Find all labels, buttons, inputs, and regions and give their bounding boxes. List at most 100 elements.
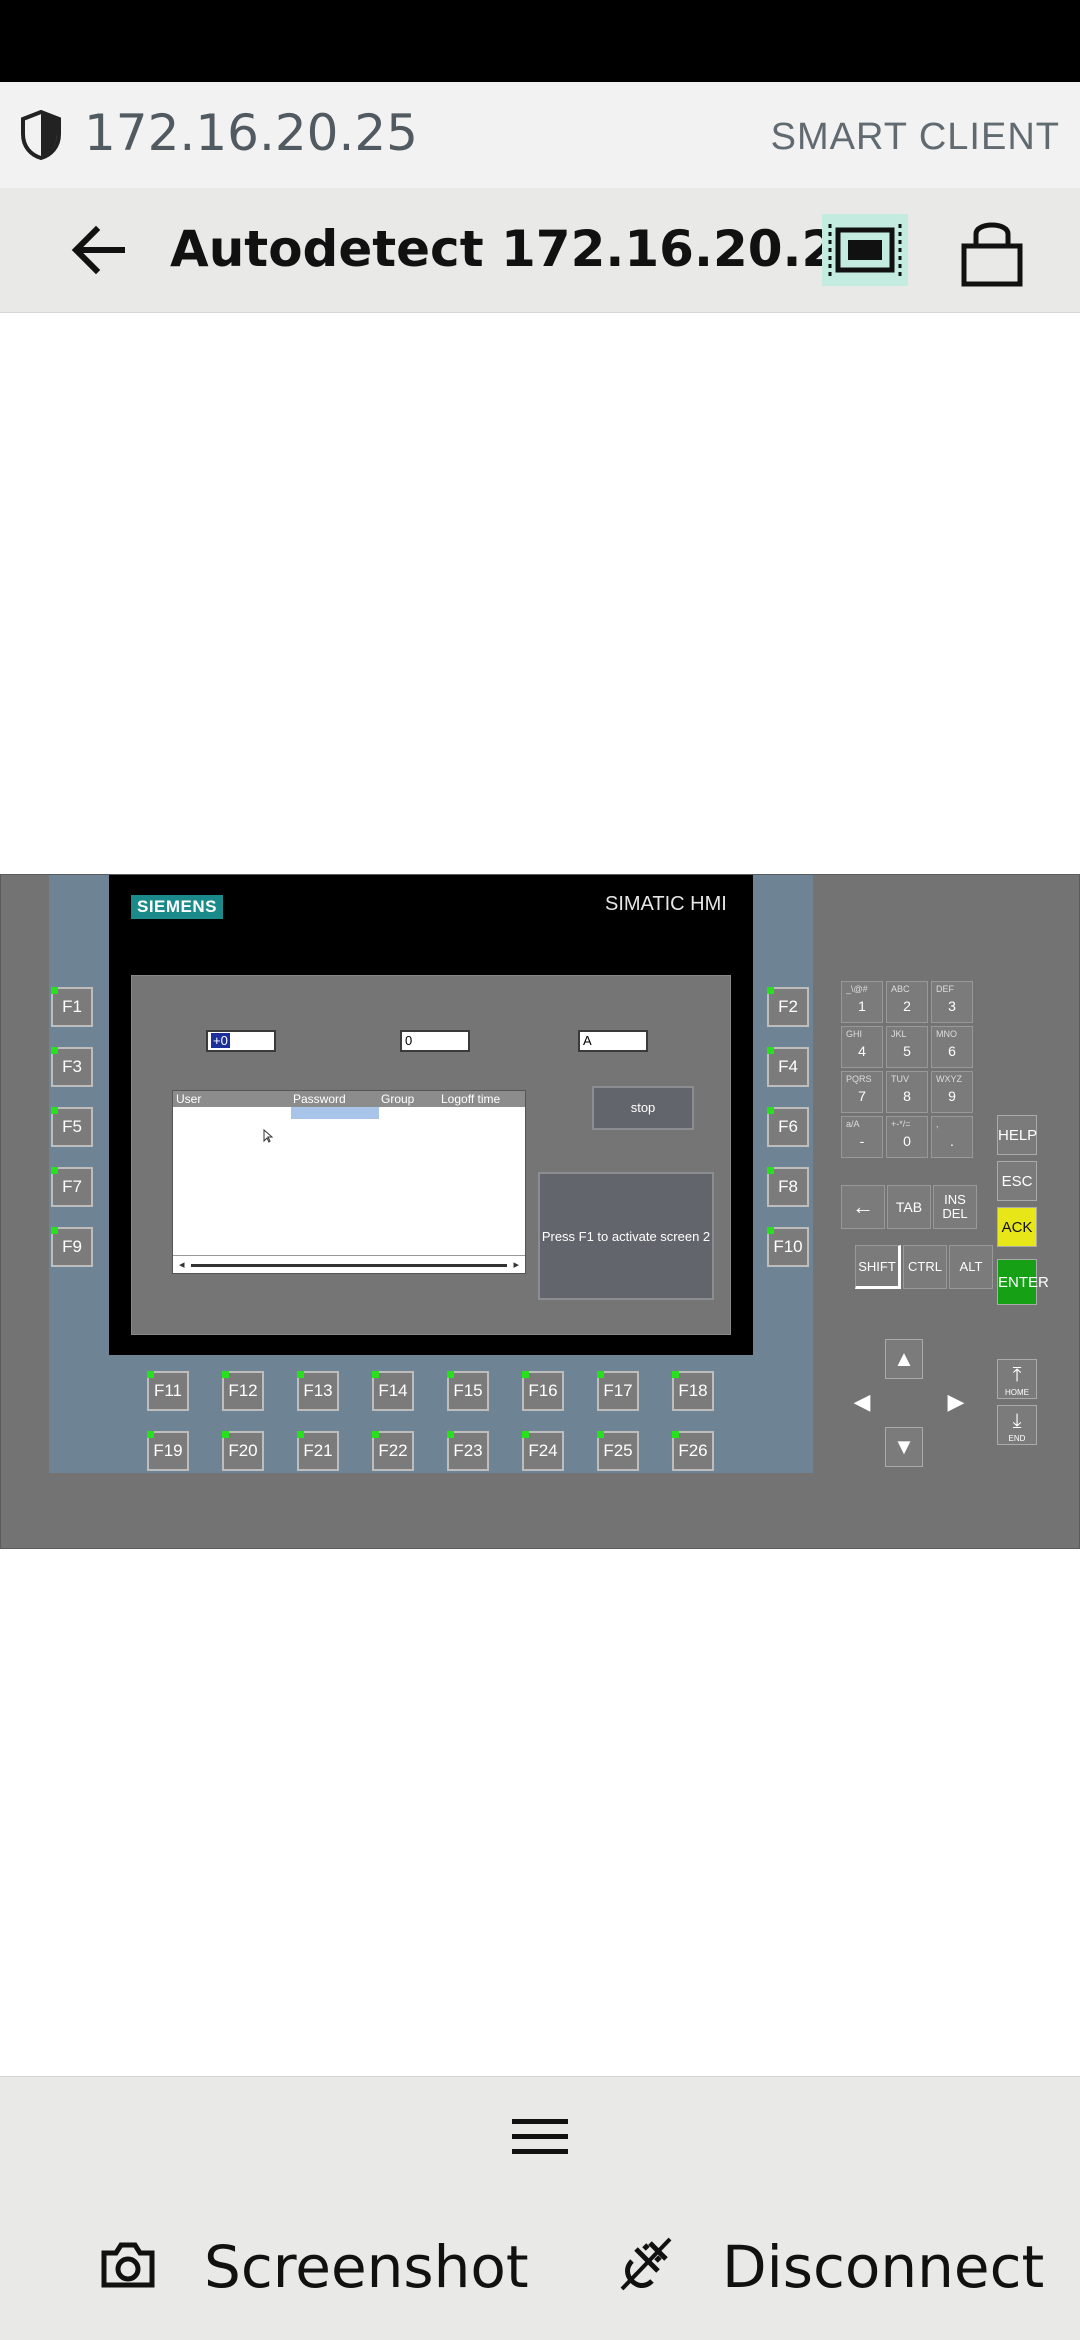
ctrl-key[interactable]: CTRL [903,1245,947,1289]
fkey-f9[interactable]: F9 [51,1227,93,1267]
fkey-f18[interactable]: F18 [672,1371,714,1411]
hmi-panel: SIEMENS SIMATIC HMI +0 0 A User Password… [0,874,1080,1549]
col-password: Password [293,1092,346,1106]
numpad-key-1[interactable]: _\@# 1 [841,981,883,1023]
col-logoff-time: Logoff time [441,1092,501,1106]
alt-key[interactable]: ALT [949,1245,993,1289]
field-3[interactable]: A [578,1030,648,1052]
fkey-f13[interactable]: F13 [297,1371,339,1411]
led-indicator [222,1371,229,1378]
back-arrow-icon[interactable] [70,224,126,276]
fkey-f12[interactable]: F12 [222,1371,264,1411]
fkey-f1[interactable]: F1 [51,987,93,1027]
numpad-key-dot[interactable]: ,. [931,1116,973,1158]
fkey-f5[interactable]: F5 [51,1107,93,1147]
menu-icon[interactable] [512,2115,568,2159]
led-indicator [597,1371,604,1378]
col-group: Group [381,1092,415,1106]
end-key[interactable]: ⤓ END [997,1405,1037,1445]
ack-key[interactable]: ACK [997,1207,1037,1247]
scroll-track[interactable] [191,1264,507,1267]
arrow-left-key[interactable]: ◀ [843,1383,881,1423]
numpad-key-4[interactable]: GHI 4 [841,1026,883,1068]
numpad-key-2[interactable]: ABC 2 [886,981,928,1023]
fkey-f8[interactable]: F8 [767,1167,809,1207]
disconnect-plug-icon[interactable] [618,2235,674,2293]
led-indicator [597,1431,604,1438]
field-2[interactable]: 0 [400,1030,470,1052]
client-label: SMART CLIENT [770,116,1060,158]
led-indicator [297,1431,304,1438]
simatic-hmi-title: SIMATIC HMI [605,893,727,915]
fkey-f16[interactable]: F16 [522,1371,564,1411]
fkey-f11[interactable]: F11 [147,1371,189,1411]
fkey-f21[interactable]: F21 [297,1431,339,1471]
numpad-key-3[interactable]: DEF 3 [931,981,973,1023]
led-indicator [522,1431,529,1438]
fit-screen-button[interactable] [822,214,908,286]
led-indicator [297,1371,304,1378]
screenshot-button[interactable]: Screenshot [204,2233,529,2301]
numpad-key-minus[interactable]: a/A - [841,1116,883,1158]
scroll-right-icon[interactable]: ▸ [513,1258,519,1271]
enter-key[interactable]: ENTER [997,1259,1049,1305]
fkey-f20[interactable]: F20 [222,1431,264,1471]
lock-icon[interactable] [958,212,1026,288]
arrow-right-key[interactable]: ▶ [937,1383,975,1423]
numpad-key-0[interactable]: +-*/= 0 [886,1116,928,1158]
led-indicator [767,987,774,994]
home-key[interactable]: ⤒ HOME [997,1359,1037,1399]
numpad-key-8[interactable]: TUV 8 [886,1071,928,1113]
arrow-down-key[interactable]: ▼ [885,1427,923,1467]
fkey-f22[interactable]: F22 [372,1431,414,1471]
led-indicator [51,1047,58,1054]
numpad-key-6[interactable]: MNO 6 [931,1026,973,1068]
selected-cell[interactable] [291,1107,379,1119]
ins-del-key[interactable]: INS DEL [933,1185,977,1229]
scroll-left-icon[interactable]: ◂ [179,1258,185,1271]
disconnect-button[interactable]: Disconnect [722,2233,1044,2301]
backspace-key[interactable]: ← [841,1185,885,1229]
activate-screen2-button[interactable]: Press F1 to activate screen 2 [538,1172,714,1300]
led-indicator [147,1431,154,1438]
fkey-f23[interactable]: F23 [447,1431,489,1471]
fkey-f26[interactable]: F26 [672,1431,714,1471]
fkey-f17[interactable]: F17 [597,1371,639,1411]
fkey-f19[interactable]: F19 [147,1431,189,1471]
user-table-header: User Password Group Logoff time [173,1091,525,1107]
status-bar [0,0,1080,82]
hmi-bezel: SIEMENS SIMATIC HMI +0 0 A User Password… [109,875,753,1355]
esc-key[interactable]: ESC [997,1161,1037,1201]
led-indicator [672,1371,679,1378]
fkey-f14[interactable]: F14 [372,1371,414,1411]
shift-key[interactable]: SHIFT [855,1245,901,1289]
mouse-cursor-icon [263,1129,273,1143]
fkey-f6[interactable]: F6 [767,1107,809,1147]
numpad-key-9[interactable]: WXYZ 9 [931,1071,973,1113]
led-indicator [372,1371,379,1378]
led-indicator [372,1431,379,1438]
app-bar: Autodetect 172.16.20.25 [0,188,1080,313]
table-scrollbar[interactable]: ◂ ▸ [173,1255,525,1273]
stop-button[interactable]: stop [592,1086,694,1130]
fkey-f25[interactable]: F25 [597,1431,639,1471]
user-table[interactable]: User Password Group Logoff time ◂ ▸ [172,1090,526,1274]
app-root: 172.16.20.25 SMART CLIENT Autodetect 172… [0,0,1080,2340]
tab-key[interactable]: TAB [887,1185,931,1229]
fkey-f15[interactable]: F15 [447,1371,489,1411]
fkey-f10[interactable]: F10 [767,1227,809,1267]
arrow-up-key[interactable]: ▲ [885,1339,923,1379]
fkey-f24[interactable]: F24 [522,1431,564,1471]
fkey-f2[interactable]: F2 [767,987,809,1027]
numpad-key-5[interactable]: JKL 5 [886,1026,928,1068]
siemens-logo: SIEMENS [131,895,223,919]
numpad-key-7[interactable]: PQRS 7 [841,1071,883,1113]
fkey-f3[interactable]: F3 [51,1047,93,1087]
field-1[interactable]: +0 [206,1030,276,1052]
fkey-f7[interactable]: F7 [51,1167,93,1207]
led-indicator [672,1431,679,1438]
camera-icon[interactable] [100,2239,156,2289]
help-key[interactable]: HELP [997,1115,1037,1155]
fkey-f4[interactable]: F4 [767,1047,809,1087]
led-indicator [222,1431,229,1438]
